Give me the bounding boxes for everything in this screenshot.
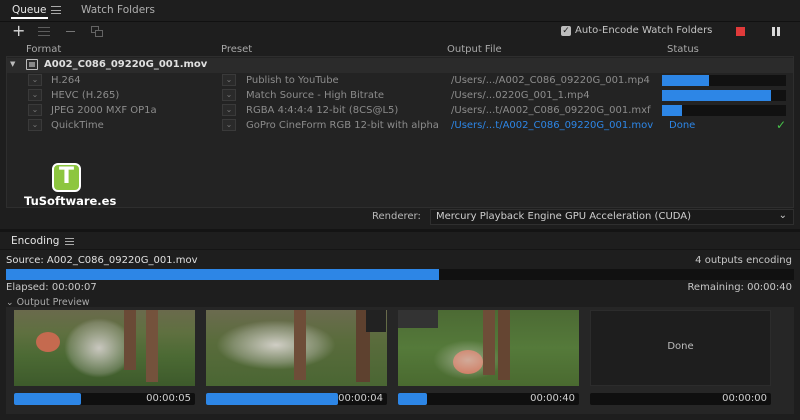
file-icon [26,59,38,70]
output-file-value[interactable]: /Users/...0220G_001_1.mp4 [451,88,590,103]
output-row[interactable]: ⌄ QuickTime ⌄ GoPro CineForm RGB 12-bit … [6,118,794,133]
preview-progress-bar: 00:00:40 [398,393,579,405]
format-value[interactable]: H.264 [51,73,81,88]
renderer-value: Mercury Playback Engine GPU Acceleration… [436,211,692,222]
remove-icon[interactable] [66,31,75,32]
preset-value[interactable]: Publish to YouTube [246,73,339,88]
preview-done-frame: Done [590,310,771,386]
pause-button[interactable] [772,27,780,36]
preview-time: 00:00:05 [146,393,191,404]
format-dropdown-icon[interactable]: ⌄ [28,74,42,86]
settings-sliders-icon[interactable] [38,27,50,36]
preview-frame [206,310,387,386]
preset-dropdown-icon[interactable]: ⌄ [222,119,236,131]
tab-divider [0,21,800,22]
renderer-select[interactable]: Mercury Playback Engine GPU Acceleration… [430,209,794,225]
column-header-output: Output File [447,44,502,55]
chevron-down-icon[interactable]: ▼ [10,60,15,68]
duplicate-icon[interactable] [91,26,103,37]
logo-text: TuSoftware.es [24,194,117,208]
preview-progress-bar: 00:00:04 [206,393,387,405]
elapsed-time: Elapsed: 00:00:07 [6,282,97,293]
preset-value[interactable]: RGBA 4:4:4:4 12-bit (8CS@L5) [246,103,398,118]
encoding-menu-icon[interactable] [65,238,74,245]
queue-menu-icon[interactable] [51,6,61,14]
row-progress-bar [662,105,786,116]
outputs-status: 4 outputs encoding [695,255,792,266]
preset-value[interactable]: GoPro CineForm RGB 12-bit with alpha [246,118,439,133]
tab-watch-folders-label: Watch Folders [81,4,155,16]
preset-dropdown-icon[interactable]: ⌄ [222,104,236,116]
source-item-name: A002_C086_09220G_001.mov [44,59,208,70]
row-progress-fill [662,90,772,101]
format-dropdown-icon[interactable]: ⌄ [28,104,42,116]
format-value[interactable]: HEVC (H.265) [51,88,119,103]
format-value[interactable]: JPEG 2000 MXF OP1a [51,103,157,118]
preview-progress-bar: 00:00:00 [590,393,771,405]
preview-progress-bar: 00:00:05 [14,393,195,405]
preview-progress-fill [14,393,81,405]
add-source-icon[interactable]: + [12,23,25,39]
checkmark-icon: ✓ [776,118,787,132]
tab-queue[interactable]: Queue [11,0,48,19]
preview-frame [398,310,579,386]
output-row[interactable]: ⌄ JPEG 2000 MXF OP1a ⌄ RGBA 4:4:4:4 12-b… [6,103,794,118]
renderer-label: Renderer: [372,211,421,222]
encoding-source-label: Source: A002_C086_09220G_001.mov [6,255,198,266]
row-progress-bar [662,90,786,101]
encoding-progress-bar [6,269,794,280]
row-progress-fill [662,105,682,116]
output-row[interactable]: ⌄ H.264 ⌄ Publish to YouTube /Users/.../… [6,73,794,88]
panel-divider [0,229,800,232]
preview-progress-fill [206,393,339,405]
tab-queue-label: Queue [12,4,47,16]
encoding-progress-fill [6,269,440,280]
auto-encode-checkbox[interactable]: ✓ [561,26,571,36]
logo-letter: T [58,164,74,189]
status-done: Done [669,120,696,131]
preset-value[interactable]: Match Source - High Bitrate [246,88,384,103]
remaining-time: Remaining: 00:00:40 [687,282,792,293]
logo: T [52,163,81,192]
preview-done-label: Done [667,341,694,352]
column-header-format: Format [26,44,62,55]
preset-dropdown-icon[interactable]: ⌄ [222,89,236,101]
preview-time: 00:00:40 [530,393,575,404]
chevron-down-icon: ⌄ [778,210,787,221]
row-progress-bar [662,75,786,86]
encoding-title: Encoding [11,235,60,247]
tab-watch-folders[interactable]: Watch Folders [81,0,155,20]
stop-button[interactable] [736,27,745,36]
encoding-divider [0,249,800,250]
preview-time: 00:00:04 [338,393,383,404]
format-value[interactable]: QuickTime [51,118,104,133]
output-file-value[interactable]: /Users/...t/A002_C086_09220G_001.mxf [451,103,651,118]
preview-frame [14,310,195,386]
output-file-value[interactable]: /Users/.../A002_C086_09220G_001.mp4 [451,73,650,88]
row-progress-fill [662,75,710,86]
preset-dropdown-icon[interactable]: ⌄ [222,74,236,86]
format-dropdown-icon[interactable]: ⌄ [28,89,42,101]
column-header-preset: Preset [221,44,253,55]
preview-time: 00:00:00 [722,393,767,404]
format-dropdown-icon[interactable]: ⌄ [28,119,42,131]
preview-progress-fill [398,393,427,405]
output-row[interactable]: ⌄ HEVC (H.265) ⌄ Match Source - High Bit… [6,88,794,103]
output-file-link[interactable]: /Users/...t/A002_C086_09220G_001.mov [451,118,653,133]
column-header-status: Status [667,44,699,55]
auto-encode-label: Auto-Encode Watch Folders [575,25,713,36]
